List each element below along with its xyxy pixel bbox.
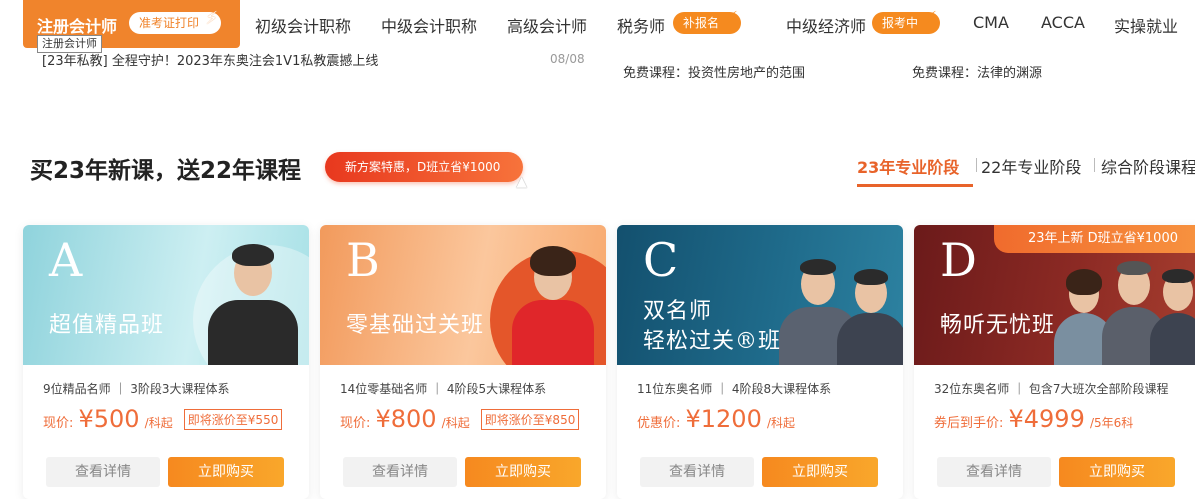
- registering-badge[interactable]: 报考中 ⚡: [872, 8, 941, 34]
- tab-comprehensive[interactable]: 综合阶段课程: [1101, 154, 1195, 178]
- lightning-icon: ⚡: [924, 8, 938, 29]
- badge-label: 准考证打印: [139, 16, 200, 30]
- nav-item-intermediate-economist[interactable]: 中级经济师: [786, 13, 866, 37]
- view-details-button[interactable]: 查看详情: [343, 457, 457, 487]
- nav-item-cma[interactable]: CMA: [973, 13, 1009, 32]
- course-card-d: 23年上新 D班立省¥1000 D 畅听无忧班 32位东奥名师 ｜ 包含7大班次…: [914, 225, 1195, 499]
- course-meta: 11位东奥名师 ｜ 4阶段8大课程体系: [637, 382, 832, 396]
- teacher-photo: [508, 240, 598, 365]
- course-meta: 9位精品名师 ｜ 3阶段3大课程体系: [43, 382, 230, 396]
- price-value: ¥4999: [1008, 405, 1085, 433]
- badge-label: 报考中: [882, 16, 919, 30]
- view-details-button[interactable]: 查看详情: [46, 457, 160, 487]
- nav-item-junior-accountant[interactable]: 初级会计职称: [255, 13, 351, 37]
- course-name: 畅听无忧班: [940, 313, 1056, 338]
- teacher-photo: [208, 240, 298, 365]
- nav-item-tax-advisor[interactable]: 税务师: [617, 13, 665, 37]
- price-unit: /科起: [144, 416, 173, 430]
- course-name: 双名师 轻松过关®班: [643, 297, 781, 357]
- price-row: 现价: ¥500 /科起 即将涨价至¥550: [43, 405, 283, 435]
- price-row: 券后到手价: ¥4999 /5年6科: [934, 405, 1133, 435]
- course-card-b: B 零基础过关班 14位零基础名师 ｜ 4阶段5大课程体系 现价: ¥800 /…: [320, 225, 606, 499]
- course-meta: 32位东奥名师 ｜ 包含7大班次全部阶段课程: [934, 382, 1169, 396]
- tab-divider: [1094, 158, 1095, 172]
- course-banner[interactable]: C 双名师 轻松过关®班: [617, 225, 903, 365]
- course-name-line2: 轻松过关®班: [643, 329, 782, 354]
- teacher-photo: [837, 265, 903, 365]
- teacher-photo: [1150, 265, 1195, 365]
- buy-now-button[interactable]: 立即购买: [762, 457, 878, 487]
- price-label: 现价:: [43, 416, 74, 431]
- price-increase-note: 即将涨价至¥850: [480, 409, 580, 430]
- price-label: 现价:: [340, 416, 371, 431]
- price-row: 现价: ¥800 /科起 即将涨价至¥850: [340, 405, 580, 435]
- buy-now-button[interactable]: 立即购买: [465, 457, 581, 487]
- buy-now-button[interactable]: 立即购买: [1059, 457, 1175, 487]
- price-unit: /科起: [441, 416, 470, 430]
- nav-item-acca[interactable]: ACCA: [1041, 13, 1085, 32]
- new-course-tag: 23年上新 D班立省¥1000: [993, 225, 1195, 253]
- promo-label: 新方案特惠，D班立省¥1000: [345, 160, 501, 174]
- price-value: ¥500: [78, 405, 140, 433]
- price-increase-note: 即将涨价至¥550: [183, 409, 283, 430]
- course-banner[interactable]: B 零基础过关班: [320, 225, 606, 365]
- course-banner[interactable]: 23年上新 D班立省¥1000 D 畅听无忧班: [914, 225, 1195, 365]
- news-link-free-course-law[interactable]: 免费课程：法律的渊源: [912, 62, 1042, 81]
- price-unit: /科起: [766, 416, 795, 430]
- tab-23-professional[interactable]: 23年专业阶段: [857, 154, 959, 178]
- promo-button[interactable]: 新方案特惠，D班立省¥1000 ▲: [325, 152, 527, 190]
- top-nav: 注册会计师 准考证打印 ⚡ 初级会计职称 中级会计职称 高级会计师 税务师 补报…: [0, 0, 1195, 48]
- view-details-button[interactable]: 查看详情: [937, 457, 1051, 487]
- course-name: 零基础过关班: [346, 313, 485, 338]
- cursor-icon: ▲: [516, 174, 527, 190]
- course-letter: B: [346, 233, 380, 287]
- price-label: 券后到手价:: [934, 416, 1004, 431]
- nav-item-label: 注册会计师: [37, 17, 118, 36]
- course-name-line1: 双名师: [643, 299, 713, 324]
- view-details-button[interactable]: 查看详情: [640, 457, 754, 487]
- course-letter: D: [940, 233, 977, 287]
- tooltip: 注册会计师: [37, 35, 102, 53]
- price-unit: /5年6科: [1089, 416, 1134, 430]
- tab-22-professional[interactable]: 22年专业阶段: [981, 154, 1081, 178]
- course-name: 超值精品班: [49, 313, 165, 338]
- price-label: 优惠价:: [637, 416, 681, 431]
- course-card-a: A 超值精品班 9位精品名师 ｜ 3阶段3大课程体系 现价: ¥500 /科起 …: [23, 225, 309, 499]
- price-value: ¥1200: [685, 405, 762, 433]
- news-date: 08/08: [550, 52, 585, 66]
- nav-item-senior-accountant[interactable]: 高级会计师: [507, 13, 587, 37]
- badge-label: 补报名: [683, 16, 720, 30]
- course-letter: A: [49, 233, 83, 287]
- price-value: ¥800: [375, 405, 437, 433]
- nav-item-practical-employment[interactable]: 实操就业: [1114, 13, 1178, 37]
- price-row: 优惠价: ¥1200 /科起: [637, 405, 795, 435]
- course-banner[interactable]: A 超值精品班: [23, 225, 309, 365]
- buy-now-button[interactable]: 立即购买: [168, 457, 284, 487]
- active-tab-indicator: [857, 184, 973, 187]
- lightning-icon: ⚡: [205, 8, 219, 29]
- late-registration-badge[interactable]: 补报名 ⚡: [673, 8, 742, 34]
- course-letter: C: [643, 233, 679, 287]
- section-title: 买23年新课，送22年课程: [30, 158, 302, 184]
- exam-ticket-badge[interactable]: 准考证打印 ⚡: [129, 8, 222, 34]
- lightning-icon: ⚡: [725, 8, 739, 29]
- course-meta: 14位零基础名师 ｜ 4阶段5大课程体系: [340, 382, 547, 396]
- course-card-c: C 双名师 轻松过关®班 11位东奥名师 ｜ 4阶段8大课程体系 优惠价: ¥1…: [617, 225, 903, 499]
- news-link-free-course-property[interactable]: 免费课程：投资性房地产的范围: [623, 62, 805, 81]
- nav-item-intermediate-accountant[interactable]: 中级会计职称: [381, 13, 477, 37]
- tab-divider: [976, 158, 977, 172]
